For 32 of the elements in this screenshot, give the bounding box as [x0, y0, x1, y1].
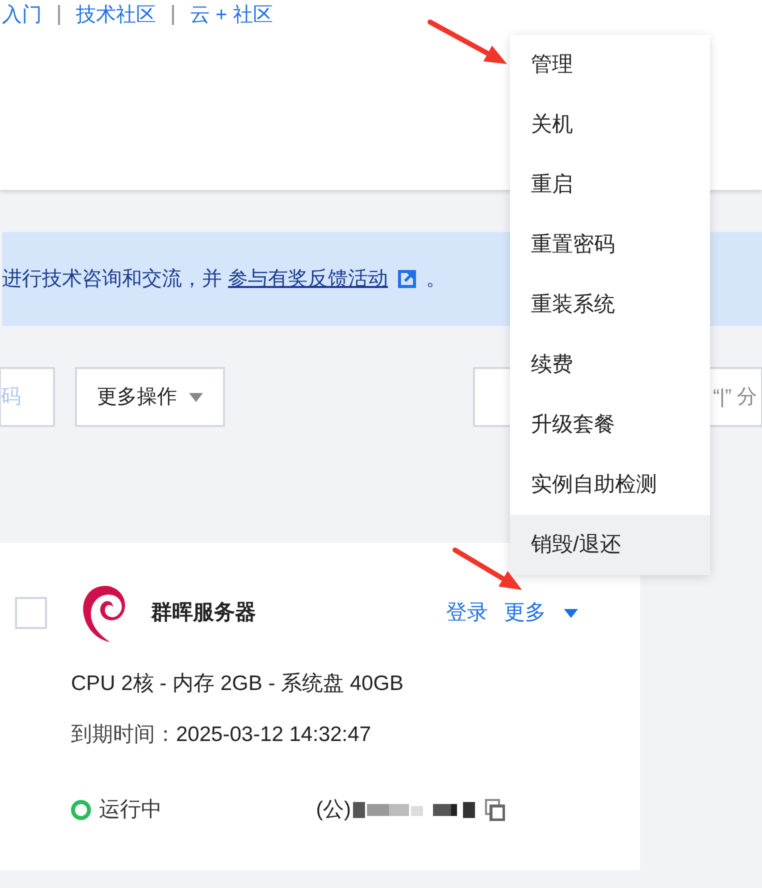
instance-specs: CPU 2核 - 内存 2GB - 系统盘 40GB — [71, 671, 405, 697]
status-icon — [71, 800, 91, 820]
banner-text: 进行技术咨询和交流，并 — [2, 267, 222, 292]
menu-item[interactable]: 关机 — [510, 95, 710, 155]
menu-item[interactable]: 重启 — [510, 155, 710, 215]
header-link[interactable]: 入门 — [2, 0, 42, 30]
external-link-icon — [398, 270, 416, 288]
login-link[interactable]: 登录 — [446, 597, 488, 629]
menu-item[interactable]: 重装系统 — [510, 275, 710, 335]
checkbox[interactable] — [15, 597, 47, 629]
banner-suffix: 。 — [426, 267, 446, 292]
more-actions-dropdown[interactable]: 更多操作 — [75, 367, 225, 427]
copy-icon — [485, 798, 505, 821]
menu-item[interactable]: 销毁/退还 — [510, 515, 710, 575]
instance-name: 群晖服务器 — [151, 600, 256, 626]
more-dropdown-link[interactable]: 更多 — [504, 597, 578, 629]
header-link[interactable]: 技术社区 — [76, 0, 156, 30]
expiry-time: 2025-03-12 14:32:47 — [176, 722, 371, 748]
menu-item[interactable]: 实例自助检测 — [510, 455, 710, 515]
menu-item[interactable]: 管理 — [510, 35, 710, 95]
status-text: 运行中 — [99, 797, 162, 823]
menu-item[interactable]: 升级套餐 — [510, 395, 710, 455]
caret-icon — [564, 608, 578, 618]
menu-item[interactable]: 续费 — [510, 335, 710, 395]
header-link[interactable]: 云 + 社区 — [190, 0, 273, 30]
search-field[interactable]: 码 — [0, 367, 55, 427]
address-label: (公) — [316, 797, 351, 823]
caret-icon — [189, 392, 203, 402]
expiry-label: 到期时间： — [71, 722, 176, 748]
feedback-link[interactable]: 参与有奖反馈活动 — [228, 264, 388, 294]
menu-item[interactable]: 重置密码 — [510, 215, 710, 275]
annotation-arrow — [452, 548, 522, 590]
